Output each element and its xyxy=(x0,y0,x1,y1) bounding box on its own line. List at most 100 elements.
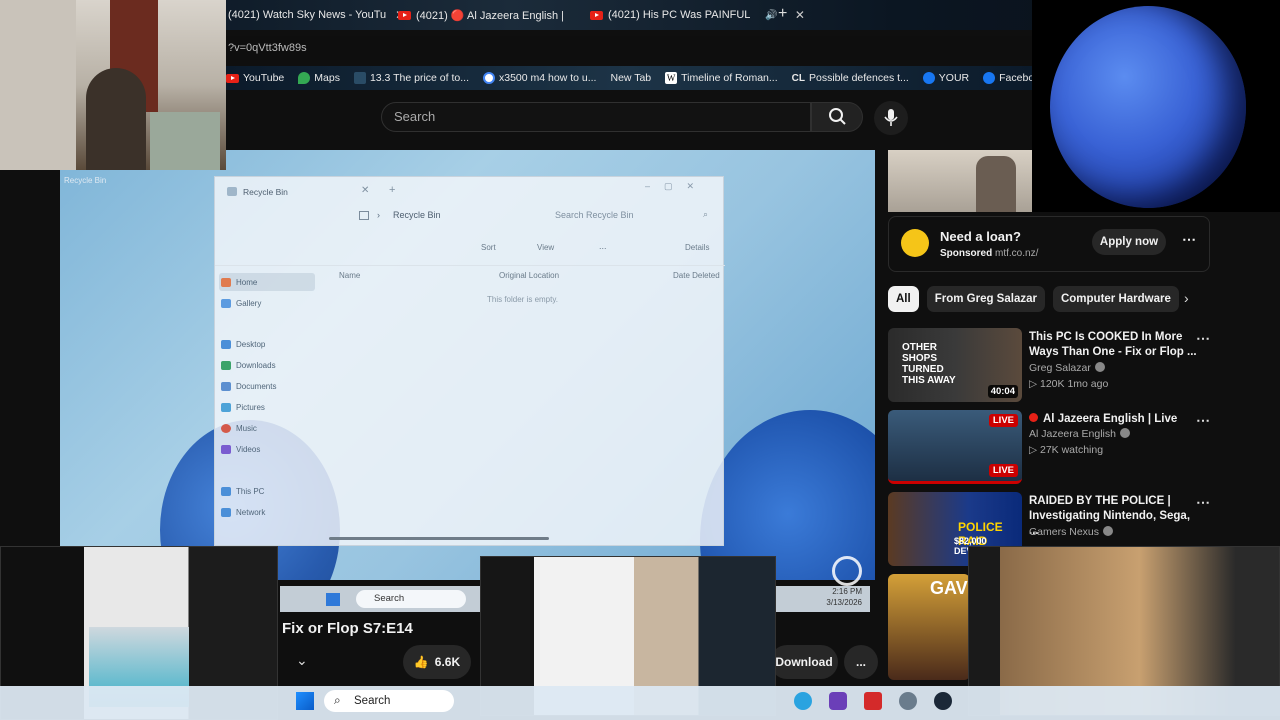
views-meta: ▷ 120K 1mo ago xyxy=(1029,378,1109,390)
ad-sponsored: Sponsored xyxy=(940,248,993,259)
chip-computer-hardware[interactable]: Computer Hardware xyxy=(1052,286,1179,312)
recommendation-title: Al Jazeera English | Live xyxy=(1029,412,1199,427)
video-thumbnail[interactable]: GAV xyxy=(888,574,970,680)
channel-name: Al Jazeera English xyxy=(1029,428,1130,440)
recommendation-title: This PC Is COOKED In More Ways Than One … xyxy=(1029,331,1197,358)
bookmark-new-tab[interactable]: New Tab xyxy=(610,72,651,84)
new-tab-plus-icon: + xyxy=(389,184,396,196)
desktop-recycle-bin-label: Recycle Bin xyxy=(64,176,107,185)
video-taskbar-search: Search xyxy=(356,590,466,608)
webcam-desk xyxy=(150,112,220,170)
bookmark-x3500[interactable]: x3500 m4 how to u... xyxy=(483,72,596,84)
bookmark-defences[interactable]: CL Possible defences t... xyxy=(792,72,909,84)
chevron-down-icon[interactable]: ⌄ xyxy=(296,652,308,669)
video-title: Fix or Flop S7:E14 xyxy=(282,620,413,637)
bookmark-timeline[interactable]: W Timeline of Roman... xyxy=(665,72,778,84)
gallery-icon xyxy=(221,298,231,308)
new-tab-plus-icon[interactable]: + xyxy=(778,5,787,23)
ad-person-figure xyxy=(976,156,1016,212)
webcam-overlay xyxy=(0,0,226,170)
bookmark-price[interactable]: 13.3 The price of to... xyxy=(353,72,469,84)
column-original-location: Original Location xyxy=(499,271,560,280)
ad-more-icon[interactable]: ⋯ xyxy=(1182,231,1196,248)
sidebar-item-videos: Videos xyxy=(221,442,313,456)
advertiser-logo-icon xyxy=(901,229,929,257)
webcam-wall xyxy=(0,0,76,170)
close-icon: ✕ xyxy=(361,185,370,196)
windows-start-icon[interactable] xyxy=(296,692,314,710)
tab-his-pc[interactable]: (4021) His PC Was PAINFUL 🔊 ✕ xyxy=(590,4,805,26)
search-input[interactable]: Search xyxy=(381,102,811,132)
horizontal-scrollbar xyxy=(329,537,549,540)
app-icon[interactable] xyxy=(864,692,882,710)
verified-icon xyxy=(1094,362,1105,372)
speaker-icon[interactable]: 🔊 xyxy=(765,10,777,21)
more-actions-button[interactable]: ... xyxy=(844,645,878,679)
red-dot-icon xyxy=(1029,413,1038,422)
chevron-right-icon[interactable]: › xyxy=(1184,290,1189,306)
voice-search-button[interactable] xyxy=(874,101,908,135)
video-thumbnail: LIVE LIVE xyxy=(888,410,1022,484)
pc-icon xyxy=(221,486,231,496)
download-button[interactable]: Download xyxy=(770,645,838,679)
apply-now-button[interactable]: Apply now xyxy=(1092,229,1166,255)
thumbnail-text: GAV xyxy=(930,578,968,598)
settings-gear-icon[interactable] xyxy=(899,692,917,710)
address-bar[interactable]: ?v=0qVtt3fw89s xyxy=(226,36,1032,60)
bookmark-facebook-group[interactable]: Facebook gr xyxy=(983,72,1032,84)
document-icon xyxy=(221,381,231,391)
download-icon xyxy=(221,360,231,370)
empty-folder-text: This folder is empty. xyxy=(487,295,558,304)
wikipedia-icon: W xyxy=(665,72,678,84)
more-options-icon[interactable]: ⋯ xyxy=(1196,412,1210,429)
search-icon: ⌕ xyxy=(334,693,341,707)
bookmark-maps[interactable]: Maps xyxy=(298,72,340,84)
more-options-icon[interactable]: ⋯ xyxy=(1196,494,1210,511)
view-button: View xyxy=(537,243,555,252)
breadcrumb-chevron: › xyxy=(377,210,380,220)
details-button: Details xyxy=(685,243,710,252)
tab-al-jazeera[interactable]: (4021) 🔴 Al Jazeera English |✕ xyxy=(398,4,599,26)
bookmarks-bar: YouTube Maps 13.3 The price of to... x35… xyxy=(226,66,1032,90)
facebook-icon xyxy=(983,72,996,84)
window-controls: –▢✕ xyxy=(645,181,709,191)
recommendation-item[interactable]: LIVE LIVE Al Jazeera English | Live Al J… xyxy=(888,410,1258,484)
close-icon[interactable]: ✕ xyxy=(795,8,805,22)
thumbs-up-icon: 👍 xyxy=(413,655,429,669)
duration-badge: 40:04 xyxy=(987,385,1018,398)
ad-card[interactable]: Need a loan? Sponsored mtf.co.nz/ Apply … xyxy=(888,216,1210,272)
music-icon xyxy=(221,423,231,433)
video-thumbnail: OTHER SHOPS TURNED THIS AWAY 40:04 xyxy=(888,328,1022,402)
channel-name: Greg Salazar xyxy=(1029,362,1105,374)
like-button[interactable]: 👍 6.6K xyxy=(403,645,471,679)
telegram-icon[interactable] xyxy=(794,692,812,710)
tab-sky-news[interactable]: (4021) Watch Sky News - YouTu✕ xyxy=(228,4,405,26)
more-options-icon[interactable]: ⋯ xyxy=(1196,330,1210,347)
search-button[interactable] xyxy=(811,102,863,132)
facebook-icon xyxy=(922,72,935,84)
live-badge-top: LIVE xyxy=(988,414,1018,427)
window-title: Recycle Bin xyxy=(243,187,288,197)
maps-pin-icon xyxy=(298,72,311,84)
taskbar-search-input[interactable]: Search xyxy=(324,690,454,712)
clock-date: 3/13/2026 xyxy=(826,598,862,607)
chip-from-greg-salazar[interactable]: From Greg Salazar xyxy=(926,286,1045,312)
window-search: Search Recycle Bin xyxy=(555,210,634,220)
steam-icon[interactable] xyxy=(934,692,952,710)
column-date-deleted: Date Deleted xyxy=(673,271,720,280)
verified-icon xyxy=(1119,428,1130,438)
play-icon: ▷ xyxy=(1029,378,1040,390)
app-icon[interactable] xyxy=(829,692,847,710)
sidebar-item-documents: Documents xyxy=(221,379,313,393)
bookmark-youtube[interactable]: YouTube xyxy=(226,72,284,84)
ad-thumbnail[interactable] xyxy=(888,150,1032,212)
chip-all[interactable]: All xyxy=(888,286,919,312)
sidebar-item-this-pc: This PC xyxy=(221,484,313,498)
page-icon xyxy=(353,72,366,84)
search-icon: ⌕ xyxy=(703,209,709,219)
recycle-bin-icon xyxy=(227,187,237,196)
recommendation-item[interactable]: OTHER SHOPS TURNED THIS AWAY 40:04 This … xyxy=(888,328,1258,402)
bookmark-your[interactable]: YOUR xyxy=(922,72,969,84)
thumbnail-text: OTHER SHOPS TURNED THIS AWAY xyxy=(902,342,956,386)
youtube-icon xyxy=(226,73,239,83)
